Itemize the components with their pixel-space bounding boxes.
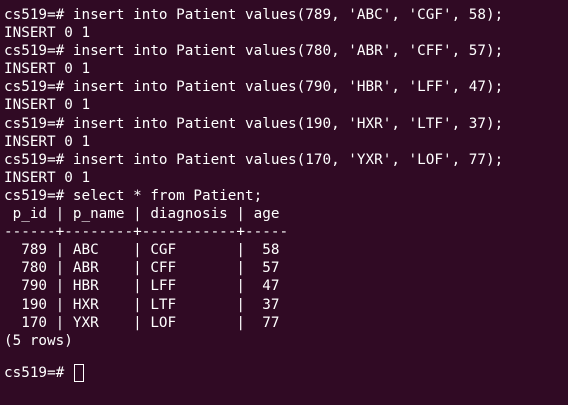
command-line-insert-2: cs519=# insert into Patient values(780, … (4, 43, 504, 60)
active-prompt-line[interactable]: cs519=# (4, 363, 568, 382)
result-row-count: (5 rows) (4, 332, 73, 349)
command-line-insert-5: cs519=# insert into Patient values(170, … (4, 151, 504, 168)
text-cursor[interactable] (73, 363, 84, 382)
command-output-3: INSERT 0 1 (4, 97, 91, 114)
result-table-row: 790 | HBR | LFF | 47 (4, 278, 280, 295)
command-line-insert-4: cs519=# insert into Patient values(190, … (4, 115, 504, 132)
command-line-insert-1: cs519=# insert into Patient values(789, … (4, 7, 504, 23)
result-table-row: 190 | HXR | LTF | 37 (4, 296, 280, 313)
command-output-2: INSERT 0 1 (4, 61, 91, 78)
result-table-header: p_id | p_name | diagnosis | age (4, 206, 289, 223)
terminal-window[interactable]: cs519=# insert into Patient values(789, … (0, 0, 568, 405)
command-output-4: INSERT 0 1 (4, 133, 91, 150)
command-output-1: INSERT 0 1 (4, 25, 91, 42)
result-table-row: 780 | ABR | CFF | 57 (4, 260, 280, 277)
command-line-insert-3: cs519=# insert into Patient values(790, … (4, 79, 504, 96)
prompt-text: cs519=# (4, 364, 73, 381)
command-line-select: cs519=# select * from Patient; (4, 187, 263, 204)
result-table-separator: ------+--------+-----------+----- (4, 224, 289, 241)
result-table-row: 789 | ABC | CGF | 58 (4, 242, 280, 259)
result-table-row: 170 | YXR | LOF | 77 (4, 314, 280, 331)
command-output-5: INSERT 0 1 (4, 169, 91, 186)
